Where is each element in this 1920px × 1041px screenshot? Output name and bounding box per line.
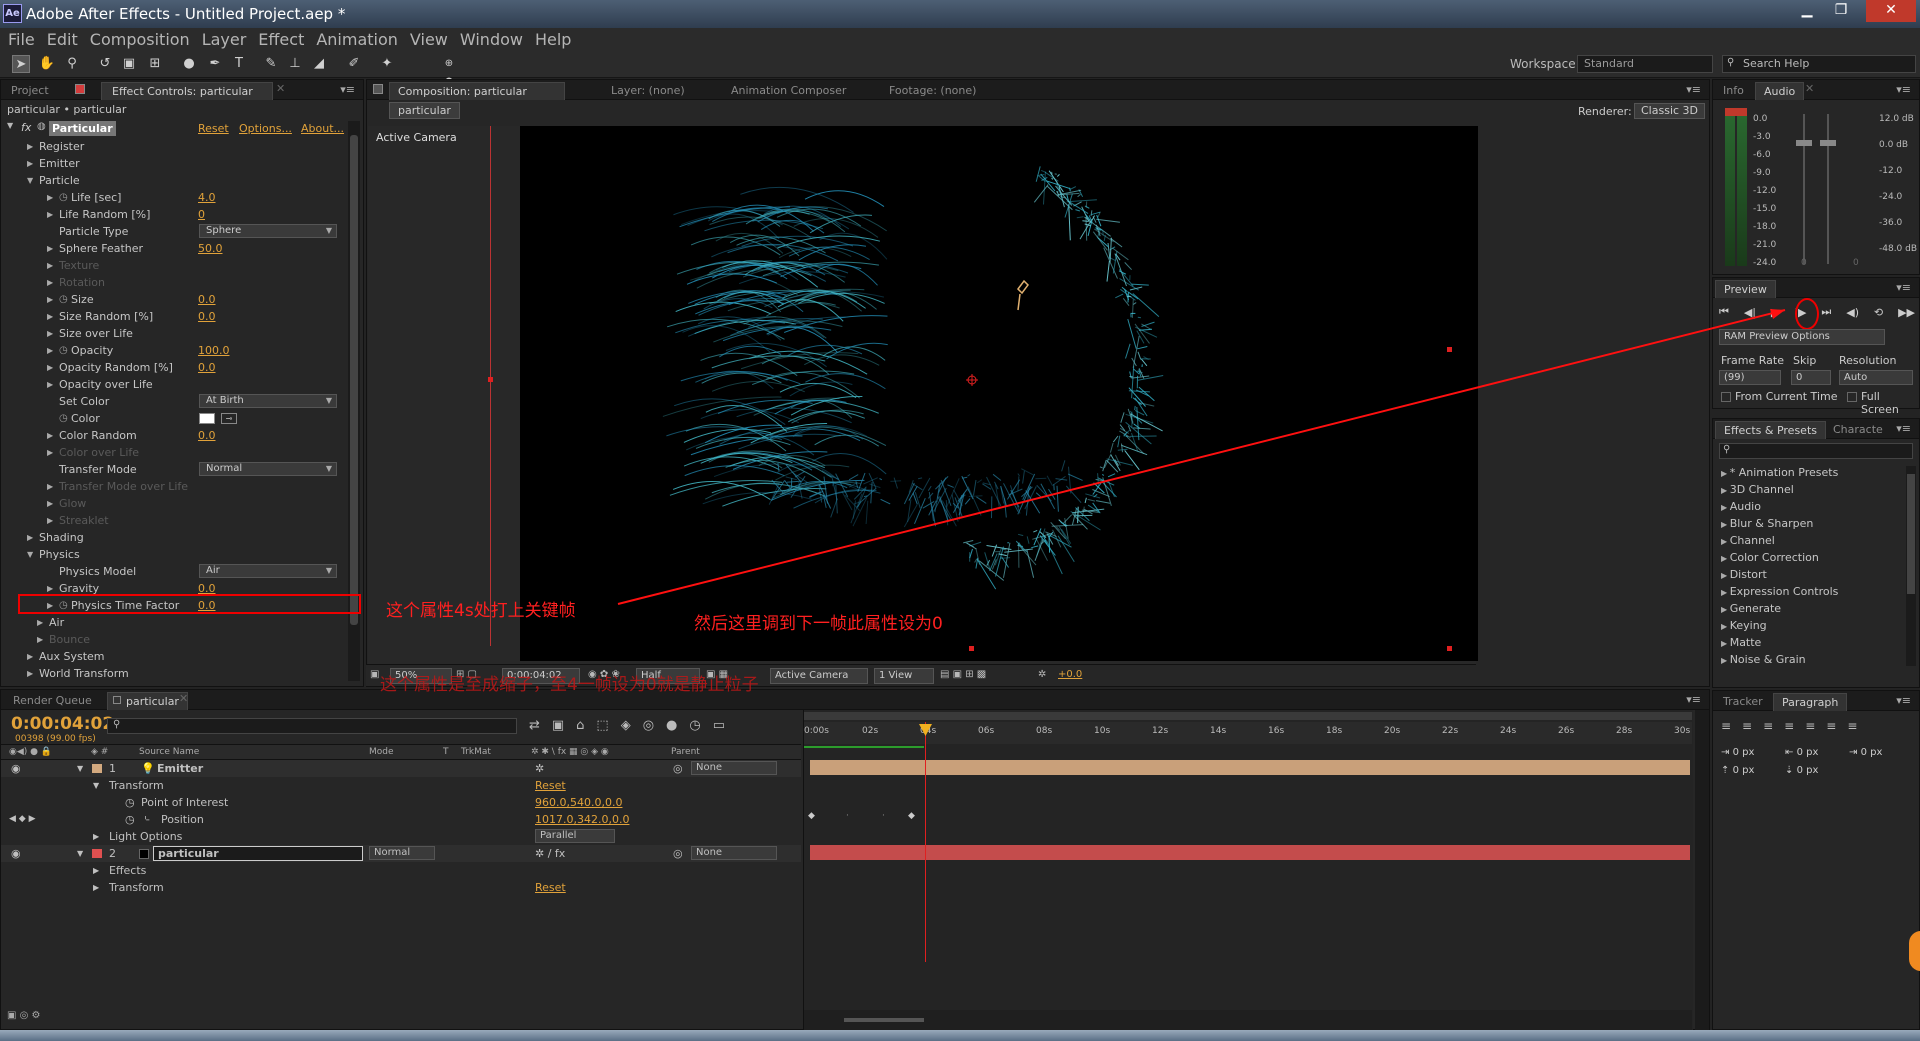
taskbar: [0, 1030, 1920, 1041]
annotation-text-3: 这个属性是至成缩子，至4一帧设为0就是静止粒子: [380, 675, 759, 695]
annotation-layer: [617, 309, 1786, 605]
annotation-text-1: 这个属性4s处打上关键帧: [386, 601, 576, 621]
after-effects-window: Ae Adobe After Effects - Untitled Projec…: [0, 0, 1920, 1041]
annotation-text-2: 然后这里调到下一帧此属性设为0: [694, 614, 943, 634]
